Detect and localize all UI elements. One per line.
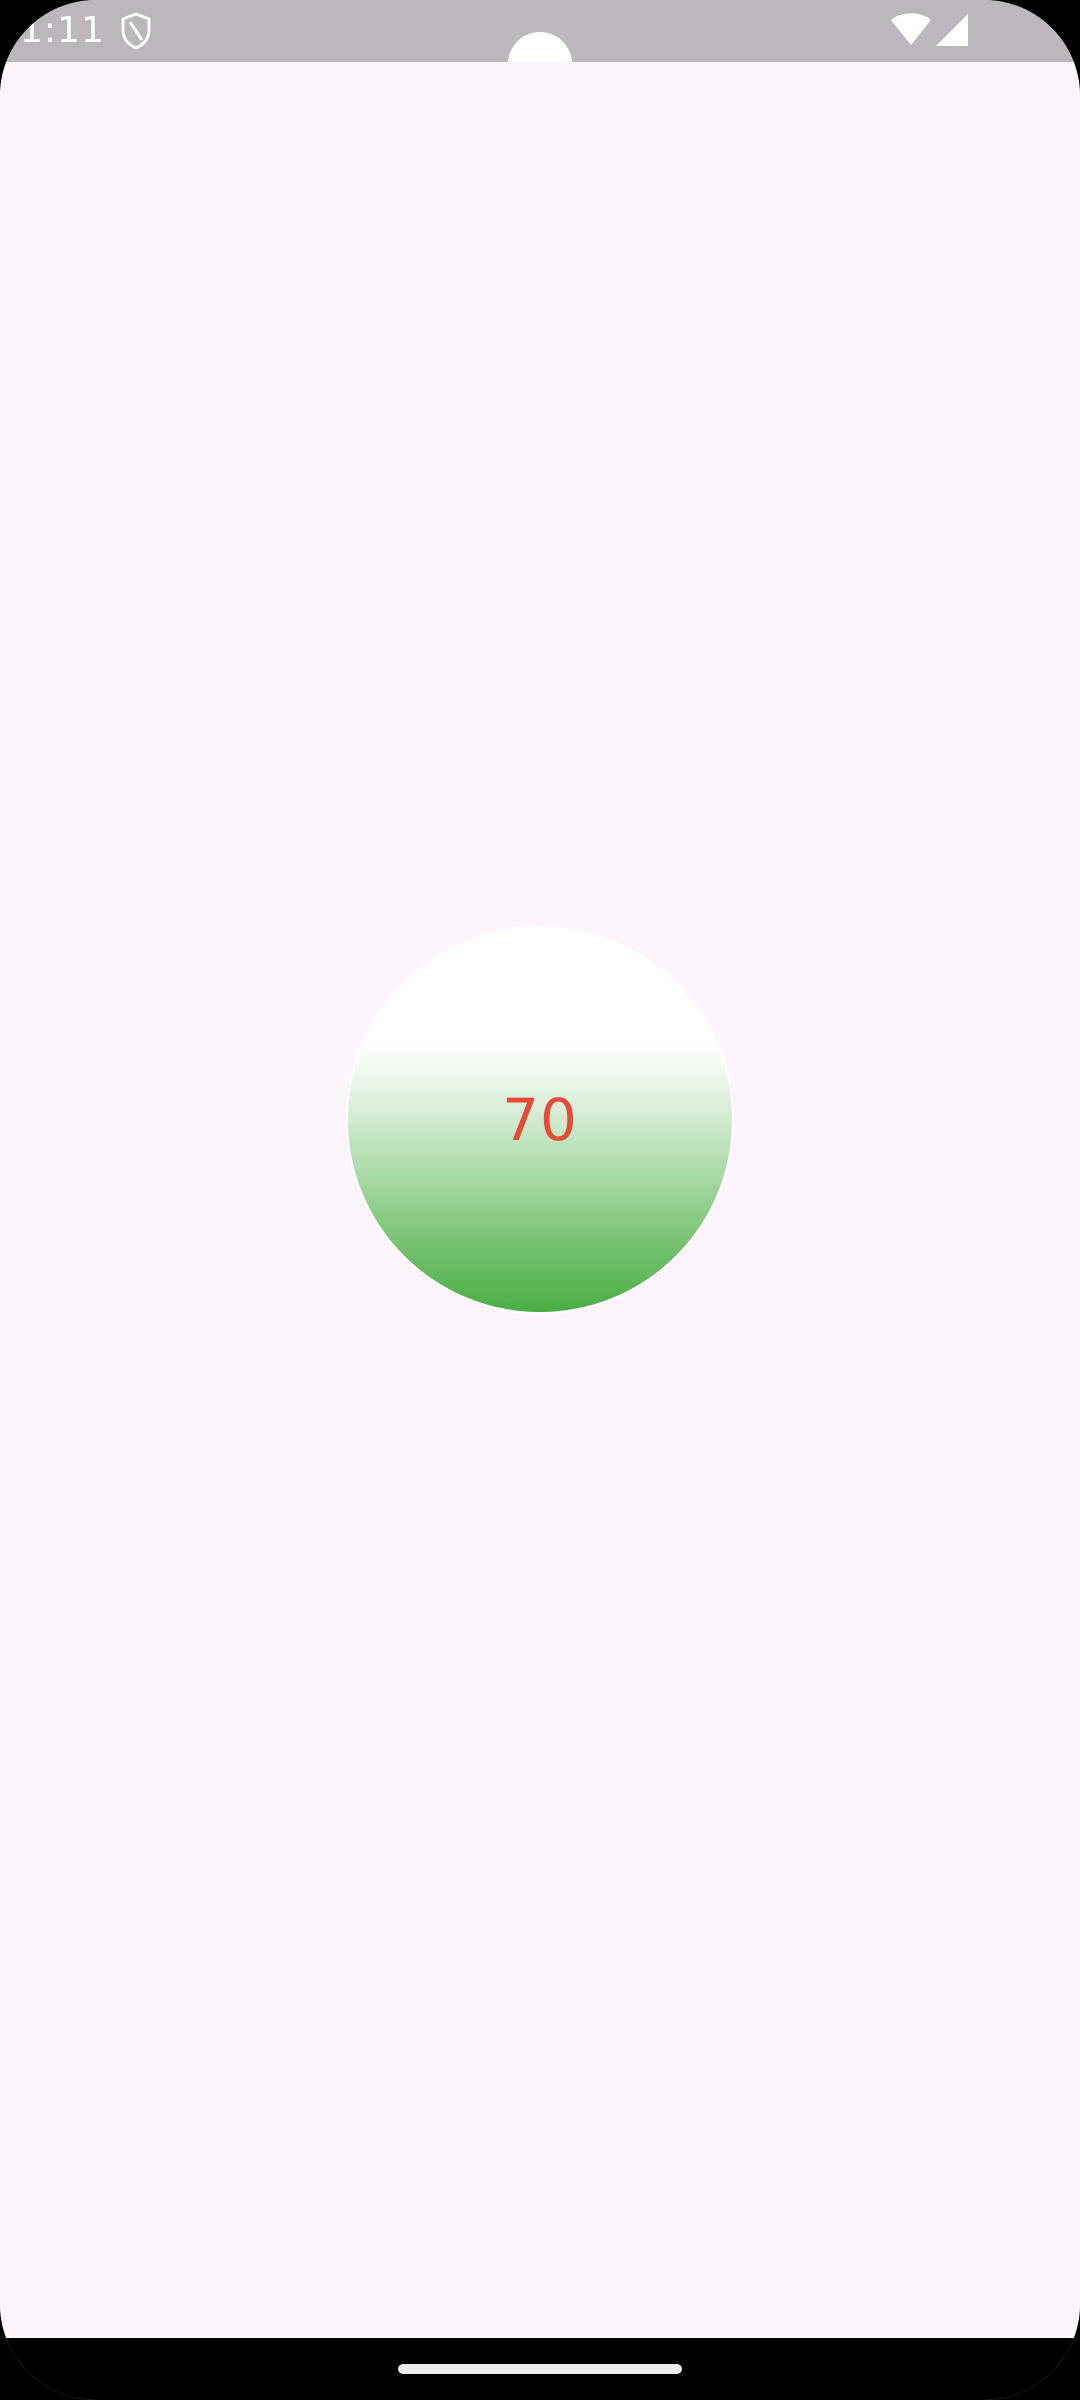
gauge-value: 70 xyxy=(502,1086,578,1154)
signal-icon xyxy=(936,14,968,46)
shield-icon xyxy=(121,12,151,50)
device-frame: 1:11 70 xyxy=(0,0,1080,2400)
progress-gauge: 70 xyxy=(348,928,732,1312)
screen: 1:11 70 xyxy=(0,0,1080,2400)
home-indicator[interactable] xyxy=(398,2364,682,2374)
status-time: 1:11 xyxy=(20,10,105,51)
status-bar: 1:11 xyxy=(0,0,1080,96)
wifi-icon xyxy=(891,13,931,45)
